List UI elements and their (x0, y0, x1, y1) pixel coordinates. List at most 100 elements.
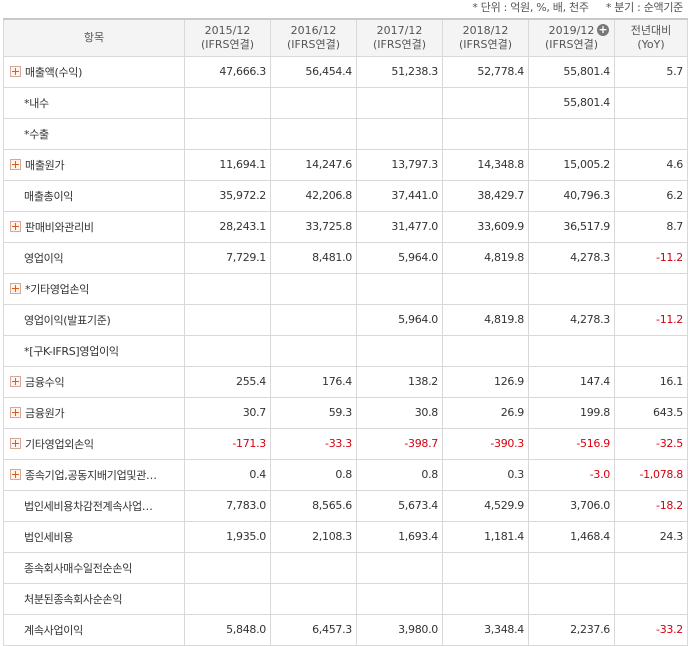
yoy-cell: -11.2 (614, 241, 688, 274)
expand-plus-icon[interactable] (10, 469, 21, 480)
value-cell: 3,348.4 (442, 613, 529, 646)
value-cell (528, 117, 615, 150)
value-cell: 28,243.1 (184, 210, 271, 243)
value-cell (270, 86, 357, 119)
value-cell: 31,477.0 (356, 210, 443, 243)
value-cell (184, 86, 271, 119)
value-cell: 26.9 (442, 396, 529, 429)
expand-plus-icon[interactable] (10, 159, 21, 170)
row-label: 종속회사매수일전순손익 (24, 561, 133, 575)
quarter-note: * 분기 : 순액기준 (605, 1, 683, 14)
yoy-cell: -11.2 (614, 303, 688, 336)
row-label: 매출원가 (25, 158, 65, 172)
row-label-cell[interactable]: *기타영업손익 (3, 272, 185, 305)
value-cell: 14,247.6 (270, 148, 357, 181)
row-label: 법인세비용 (24, 530, 74, 544)
expand-plus-icon[interactable] (10, 283, 21, 294)
row-label-cell: 매출총이익 (3, 179, 185, 212)
value-cell: 5,964.0 (356, 303, 443, 336)
table-row: 매출원가 11,694.1 14,247.6 13,797.3 14,348.8 15,0… (3, 148, 688, 181)
add-period-icon[interactable]: + (597, 24, 609, 36)
value-cell: 1,181.4 (442, 520, 529, 553)
table-row: 종속기업,공동지배기업및관… 0.4 0.8 0.8 0.3 -3.0 -1,078.8 (3, 458, 688, 491)
yoy-cell: -33.2 (614, 613, 688, 646)
table-row: 법인세비용차감전계속사업… 7,783.0 8,565.6 5,673.4 4,529.… (3, 489, 688, 522)
value-cell (356, 551, 443, 584)
table-row: *내수 55,801.4 (3, 86, 688, 119)
value-cell (528, 334, 615, 367)
value-cell: 4,278.3 (528, 241, 615, 274)
period-year: 2018/12 (462, 23, 509, 37)
row-label-cell[interactable]: 금융수익 (3, 365, 185, 398)
value-cell: 1,693.4 (356, 520, 443, 553)
value-cell (356, 117, 443, 150)
row-label-cell[interactable]: 매출원가 (3, 148, 185, 181)
header-period-2017: 2017/12 (IFRS연결) (356, 18, 443, 57)
value-cell: 2,237.6 (528, 613, 615, 646)
value-cell: -516.9 (528, 427, 615, 460)
value-cell (356, 272, 443, 305)
table-row: 종속회사매수일전순손익 (3, 551, 688, 584)
value-cell: 56,454.4 (270, 55, 357, 88)
yoy-cell: 8.7 (614, 210, 688, 243)
value-cell: -33.3 (270, 427, 357, 460)
yoy-cell: 4.6 (614, 148, 688, 181)
value-cell: 0.8 (270, 458, 357, 491)
value-cell: 52,778.4 (442, 55, 529, 88)
expand-plus-icon[interactable] (10, 407, 21, 418)
value-cell (270, 334, 357, 367)
value-cell: 36,517.9 (528, 210, 615, 243)
value-cell: 15,005.2 (528, 148, 615, 181)
value-cell: -3.0 (528, 458, 615, 491)
value-cell: 4,819.8 (442, 303, 529, 336)
row-label-cell: 계속사업이익 (3, 613, 185, 646)
row-label: 계속사업이익 (24, 623, 83, 637)
unit-note: * 단위 : 억원, %, 배, 천주 (472, 1, 589, 14)
value-cell: 0.8 (356, 458, 443, 491)
value-cell: -390.3 (442, 427, 529, 460)
row-label-cell[interactable]: 매출액(수익) (3, 55, 185, 88)
yoy-cell (614, 272, 688, 305)
table-row: 판매비와관리비 28,243.1 33,725.8 31,477.0 33,609.9 3… (3, 210, 688, 243)
table-row: 매출총이익 35,972.2 42,206.8 37,441.0 38,429.7 40,… (3, 179, 688, 212)
value-cell (270, 582, 357, 615)
row-label: 영업이익 (24, 251, 64, 265)
yoy-cell: -18.2 (614, 489, 688, 522)
yoy-subtitle: (YoY) (637, 37, 665, 51)
expand-plus-icon[interactable] (10, 221, 21, 232)
row-label: *기타영업손익 (25, 282, 90, 296)
value-cell (528, 272, 615, 305)
row-label-cell[interactable]: 금융원가 (3, 396, 185, 429)
value-cell (184, 303, 271, 336)
value-cell: 176.4 (270, 365, 357, 398)
yoy-cell: 6.2 (614, 179, 688, 212)
row-label-cell[interactable]: 종속기업,공동지배기업및관… (3, 458, 185, 491)
value-cell: 5,673.4 (356, 489, 443, 522)
row-label: 기타영업외손익 (25, 437, 94, 451)
value-cell (528, 582, 615, 615)
header-period-2015: 2015/12 (IFRS연결) (184, 18, 271, 57)
value-cell: 5,964.0 (356, 241, 443, 274)
table-row: 매출액(수익) 47,666.3 56,454.4 51,238.3 52,778.4 5… (3, 55, 688, 88)
value-cell: 8,481.0 (270, 241, 357, 274)
value-cell (442, 86, 529, 119)
period-basis: (IFRS연결) (372, 37, 427, 51)
value-cell: 4,529.9 (442, 489, 529, 522)
row-label-cell: 법인세비용 (3, 520, 185, 553)
row-label: 판매비와관리비 (25, 220, 94, 234)
value-cell: 13,797.3 (356, 148, 443, 181)
yoy-cell: 643.5 (614, 396, 688, 429)
value-cell: 14,348.8 (442, 148, 529, 181)
value-cell: 2,108.3 (270, 520, 357, 553)
row-label-cell[interactable]: 기타영업외손익 (3, 427, 185, 460)
expand-plus-icon[interactable] (10, 66, 21, 77)
value-cell: 1,935.0 (184, 520, 271, 553)
row-label-cell[interactable]: 판매비와관리비 (3, 210, 185, 243)
expand-plus-icon[interactable] (10, 376, 21, 387)
header-period-2019: 2019/12 (IFRS연결) + (528, 18, 615, 57)
table-row: 계속사업이익 5,848.0 6,457.3 3,980.0 3,348.4 2,237.… (3, 613, 688, 646)
row-label-cell: *수출 (3, 117, 185, 150)
expand-plus-icon[interactable] (10, 438, 21, 449)
value-cell: 37,441.0 (356, 179, 443, 212)
value-cell: 33,725.8 (270, 210, 357, 243)
